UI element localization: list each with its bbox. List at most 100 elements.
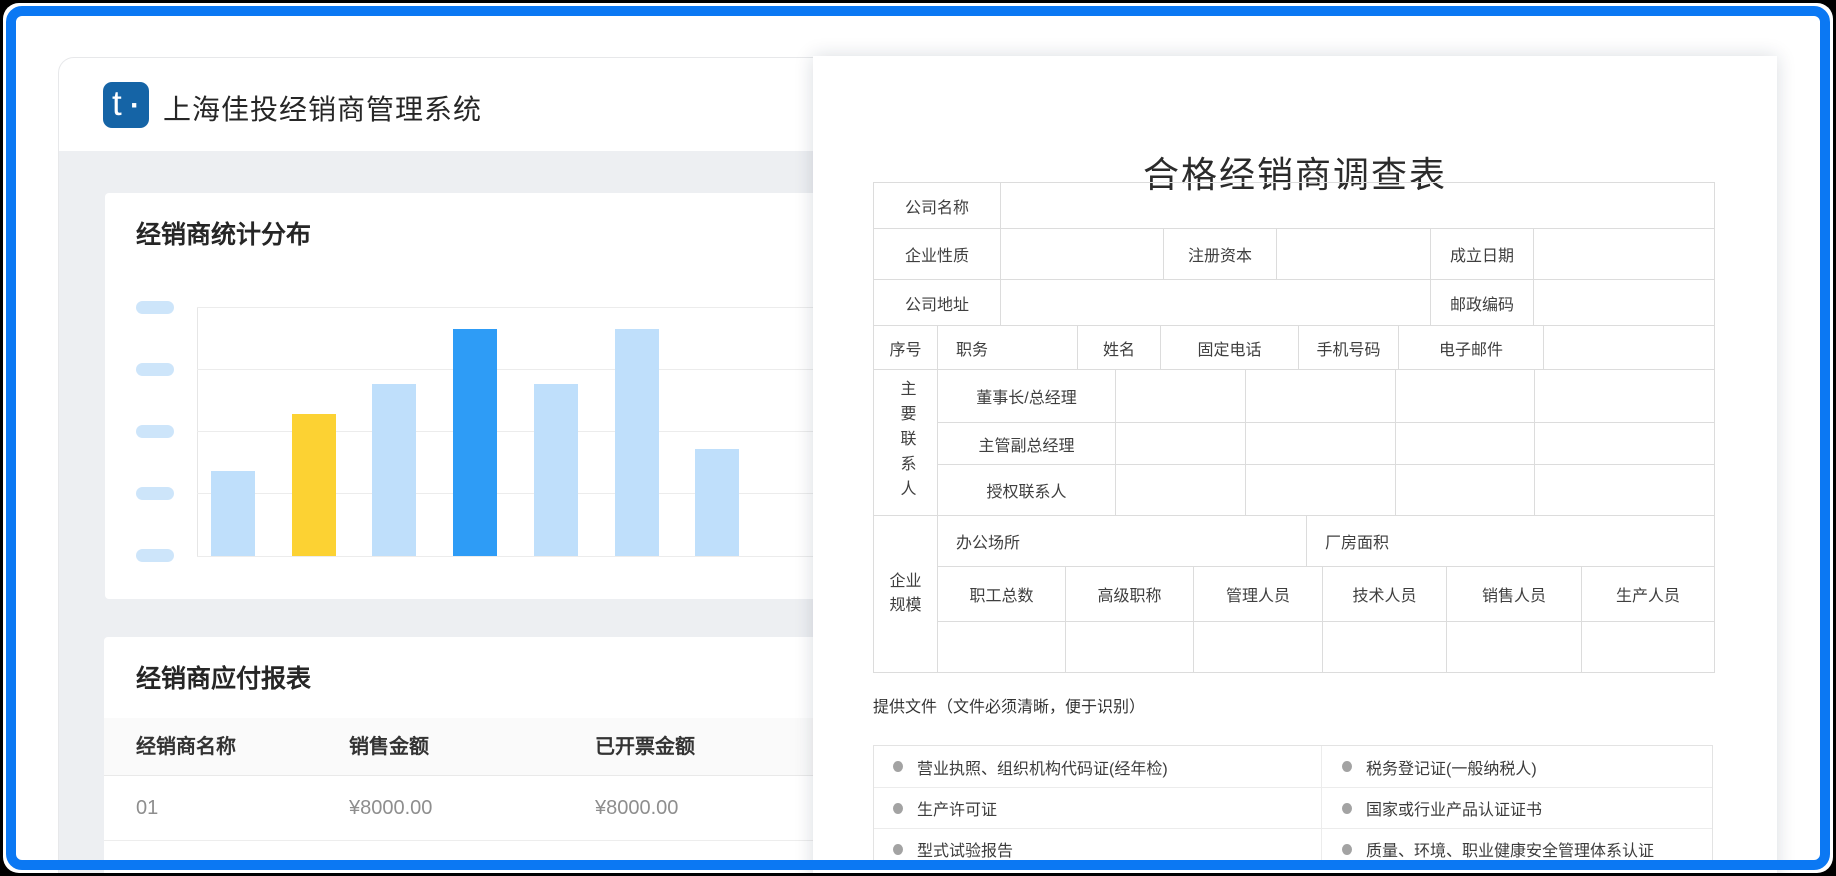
bullet-icon: [893, 803, 903, 814]
enterprise-scale-group: 企业规模 办公场所 厂房面积 职工总数 高级职称 管理人员 技术人员 销售人员 …: [874, 515, 1714, 672]
contact-header-empty: [1543, 326, 1714, 369]
landline-header: 固定电话: [1160, 326, 1298, 369]
doc-item: 型式试验报告: [874, 829, 1321, 869]
app-window: t · 上海佳投经销商管理系统 经销商统计分布: [3, 3, 1833, 873]
nature-field[interactable]: [1000, 229, 1163, 279]
doc-item: 税务登记证(一般纳税人): [1321, 746, 1712, 787]
chart-bar: [695, 449, 739, 556]
docs-row: 型式试验报告 质量、环境、职业健康安全管理体系认证: [874, 828, 1712, 869]
app-header: t · 上海佳投经销商管理系统: [59, 58, 887, 151]
bullet-icon: [1342, 761, 1352, 772]
chart-bar: [453, 329, 497, 556]
nature-label: 企业性质: [874, 229, 1000, 279]
doc-item-label: 营业执照、组织机构代码证(经年检): [917, 755, 1168, 779]
table-header-row: 经销商名称 销售金额 已开票金额: [104, 718, 888, 776]
bullet-icon: [1342, 803, 1352, 814]
est-date-field[interactable]: [1533, 229, 1714, 279]
scale-staff-header-row: 职工总数 高级职称 管理人员 技术人员 销售人员 生产人员: [938, 566, 1714, 621]
contact-mobile-field[interactable]: [1395, 465, 1534, 515]
address-field[interactable]: [1000, 280, 1430, 325]
chart-bar: [372, 384, 416, 556]
docs-row: 生产许可证 国家或行业产品认证证书: [874, 787, 1712, 828]
mobile-header: 手机号码: [1298, 326, 1398, 369]
column-header: 已开票金额: [595, 718, 695, 776]
seq-header: 序号: [874, 326, 937, 369]
scale-premises-row: 办公场所 厂房面积: [938, 516, 1714, 566]
contact-email-field[interactable]: [1534, 370, 1714, 422]
logo-glyph: t: [112, 84, 122, 124]
technical-label: 技术人员: [1322, 567, 1446, 621]
payable-title: 经销商应付报表: [136, 659, 311, 695]
app-title: 上海佳投经销商管理系统: [163, 88, 482, 128]
management-label: 管理人员: [1193, 567, 1322, 621]
doc-item: 质量、环境、职业健康安全管理体系认证: [1321, 829, 1712, 869]
doc-item-label: 型式试验报告: [917, 837, 1013, 861]
chart-bar: [211, 471, 255, 556]
name-header: 姓名: [1077, 326, 1160, 369]
address-label: 公司地址: [874, 280, 1000, 325]
management-field[interactable]: [1193, 622, 1322, 672]
technical-field[interactable]: [1322, 622, 1446, 672]
contact-email-field[interactable]: [1534, 423, 1714, 464]
contact-name-field[interactable]: [1115, 465, 1245, 515]
bullet-icon: [893, 844, 903, 855]
doc-item-label: 税务登记证(一般纳税人): [1366, 755, 1537, 779]
bullet-icon: [1342, 844, 1352, 855]
contact-email-field[interactable]: [1534, 465, 1714, 515]
office-premises-label: 办公场所: [938, 516, 1306, 566]
dealer-name-cell: 01: [136, 776, 158, 841]
reg-capital-field[interactable]: [1276, 229, 1430, 279]
contact-row: 主管副总经理: [938, 422, 1714, 464]
dashboard-card: t · 上海佳投经销商管理系统 经销商统计分布: [58, 57, 888, 873]
sales-field[interactable]: [1446, 622, 1581, 672]
email-header: 电子邮件: [1398, 326, 1543, 369]
chart-bar: [292, 414, 336, 556]
axis-tick-placeholder: [136, 363, 174, 376]
bullet-icon: [893, 761, 903, 772]
docs-row: 营业执照、组织机构代码证(经年检) 税务登记证(一般纳税人): [874, 746, 1712, 787]
table-row[interactable]: 01 ¥8000.00 ¥8000.00: [104, 776, 888, 841]
app-logo-icon: t ·: [103, 82, 149, 128]
contact-landline-field[interactable]: [1245, 465, 1395, 515]
contact-landline-field[interactable]: [1245, 370, 1395, 422]
survey-form-panel: 合格经销商调查表 公司名称 企业性质 注册资本 成立日期 公司地址 邮政编码: [813, 56, 1777, 873]
docs-checklist: 营业执照、组织机构代码证(经年检) 税务登记证(一般纳税人) 生产许可证 国家或…: [873, 745, 1713, 870]
contact-name-field[interactable]: [1115, 423, 1245, 464]
contact-name-field[interactable]: [1115, 370, 1245, 422]
form-row-company-name: 公司名称: [874, 183, 1714, 228]
doc-item-label: 国家或行业产品认证证书: [1366, 796, 1542, 820]
senior-title-label: 高级职称: [1065, 567, 1193, 621]
postal-code-field[interactable]: [1533, 280, 1714, 325]
contact-landline-field[interactable]: [1245, 423, 1395, 464]
production-field[interactable]: [1581, 622, 1714, 672]
contact-header-row: 序号 职务 姓名 固定电话 手机号码 电子邮件: [874, 325, 1714, 369]
contact-role: 董事长/总经理: [938, 370, 1115, 422]
axis-tick-placeholder: [136, 425, 174, 438]
screen: t · 上海佳投经销商管理系统 经销商统计分布: [0, 0, 1836, 876]
enterprise-scale-label: 企业规模: [874, 516, 937, 672]
logo-dot: ·: [130, 89, 140, 123]
main-contacts-label: 主要联系人: [874, 370, 937, 515]
production-label: 生产人员: [1581, 567, 1714, 621]
staff-total-label: 职工总数: [938, 567, 1065, 621]
survey-table: 公司名称 企业性质 注册资本 成立日期 公司地址 邮政编码 序号: [873, 182, 1715, 673]
column-header: 经销商名称: [136, 718, 236, 776]
doc-item-label: 生产许可证: [917, 796, 997, 820]
chart-bar: [615, 329, 659, 556]
sales-amount-cell: ¥8000.00: [349, 776, 432, 841]
doc-item-label: 质量、环境、职业健康安全管理体系认证: [1366, 837, 1654, 861]
main-contacts-group: 主要联系人 董事长/总经理 主管副总经理: [874, 369, 1714, 515]
payable-report-card: 经销商应付报表 经销商名称 销售金额 已开票金额 01 ¥8000.00 ¥80…: [104, 637, 888, 873]
contact-role: 主管副总经理: [938, 423, 1115, 464]
axis-tick-placeholder: [136, 549, 174, 562]
doc-item: 生产许可证: [874, 788, 1321, 828]
contact-mobile-field[interactable]: [1395, 370, 1534, 422]
contact-mobile-field[interactable]: [1395, 423, 1534, 464]
senior-title-field[interactable]: [1065, 622, 1193, 672]
form-row-address: 公司地址 邮政编码: [874, 279, 1714, 325]
position-header: 职务: [937, 326, 1077, 369]
column-header: 销售金额: [349, 718, 429, 776]
staff-total-field[interactable]: [938, 622, 1065, 672]
company-name-field[interactable]: [1000, 183, 1714, 228]
est-date-label: 成立日期: [1430, 229, 1533, 279]
